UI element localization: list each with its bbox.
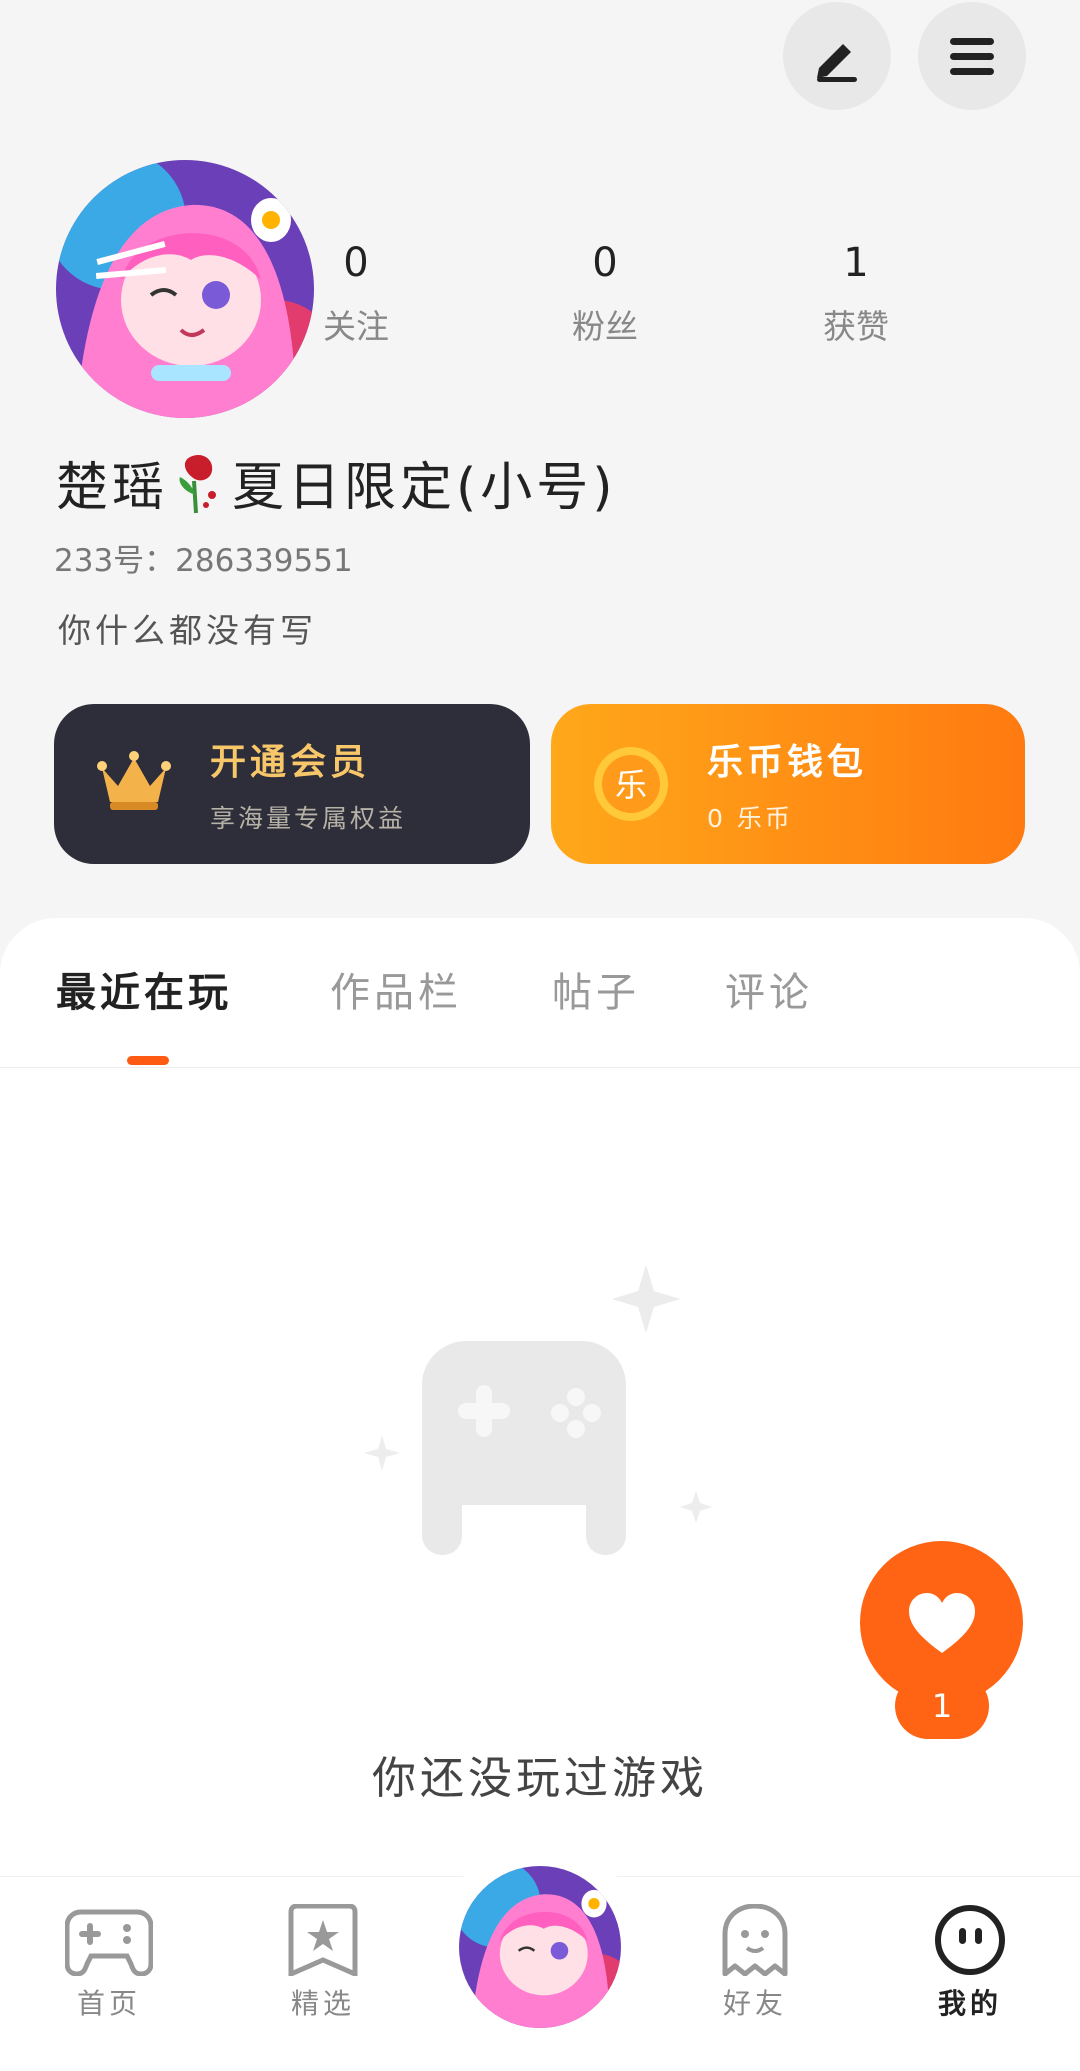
nav-label: 我的 <box>937 1982 1003 2028</box>
rose-icon <box>179 454 217 513</box>
nickname-text: 楚瑶 <box>56 458 169 518</box>
coin-icon: 乐 <box>594 747 668 821</box>
tab-comments[interactable]: 评论 <box>725 960 813 1018</box>
stat-value: 0 <box>592 240 618 286</box>
bio[interactable]: 你什么都没有写 <box>58 604 317 652</box>
stat-value: 0 <box>343 240 369 286</box>
crown-icon <box>97 751 171 810</box>
pen-icon <box>817 44 857 82</box>
tab-divider <box>0 1067 1080 1068</box>
vip-card[interactable]: 开通会员 享海量专属权益 <box>54 704 530 864</box>
nav-home[interactable]: 首页 <box>49 1904 169 2022</box>
stat-followers[interactable]: 0 粉丝 <box>535 238 675 348</box>
stat-value: 1 <box>843 240 869 286</box>
edit-profile-button[interactable] <box>783 2 891 110</box>
menu-button[interactable] <box>918 2 1026 110</box>
nav-mine[interactable]: 我的 <box>910 1904 1030 2028</box>
nav-label: 首页 <box>76 1987 141 2020</box>
wallet-card[interactable]: 乐 乐币钱包 0 乐币 <box>551 704 1025 864</box>
nickname: 楚瑶 夏日限定(小号) <box>56 445 617 520</box>
face-icon <box>935 1905 1005 1975</box>
stat-label: 获赞 <box>823 307 889 346</box>
gamepad-icon <box>65 1909 153 1976</box>
tab-posts[interactable]: 帖子 <box>552 960 640 1018</box>
gamepad-empty-icon <box>364 1265 712 1555</box>
stat-label: 关注 <box>323 307 389 346</box>
anime-avatar-image <box>56 160 314 418</box>
star-bookmark-icon <box>288 1904 358 1976</box>
tab-works[interactable]: 作品栏 <box>330 960 462 1018</box>
avatar-small-icon <box>459 1866 621 2028</box>
nav-avatar[interactable] <box>459 1866 621 2028</box>
heart-icon <box>908 1592 975 1653</box>
stat-likes[interactable]: 1 获赞 <box>786 238 926 348</box>
nav-friends[interactable]: 好友 <box>695 1904 815 2022</box>
ghost-icon <box>722 1904 788 1976</box>
coin-char: 乐 <box>615 766 647 804</box>
vip-subtitle: 享海量专属权益 <box>210 804 407 833</box>
nav-featured[interactable]: 精选 <box>263 1904 383 2022</box>
user-id: 233号：286339551 <box>54 543 353 579</box>
nav-label: 精选 <box>290 1987 355 2020</box>
wallet-title: 乐币钱包 <box>707 742 868 783</box>
tab-recent-play[interactable]: 最近在玩 <box>56 960 232 1018</box>
vip-title: 开通会员 <box>210 742 371 783</box>
stat-following[interactable]: 0 关注 <box>286 238 426 348</box>
like-count-badge: 1 <box>895 1673 989 1739</box>
tab-indicator <box>127 1056 169 1065</box>
nav-label: 好友 <box>722 1987 787 2020</box>
stat-label: 粉丝 <box>572 307 638 346</box>
nickname-text: 夏日限定(小号) <box>232 458 617 518</box>
wallet-balance: 0 乐币 <box>707 804 793 833</box>
empty-message: 你还没玩过游戏 <box>372 1753 708 1804</box>
menu-icon <box>950 38 994 75</box>
avatar[interactable] <box>56 160 314 418</box>
